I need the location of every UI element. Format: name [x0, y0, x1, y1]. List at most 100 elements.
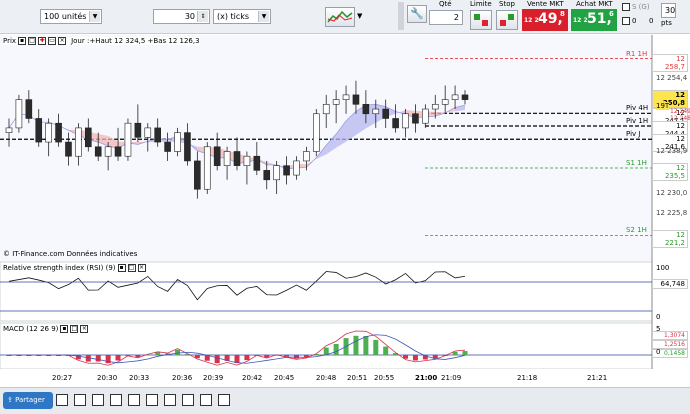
candle: [124, 122, 132, 157]
candle: [35, 118, 43, 143]
checkbox-icon[interactable]: [622, 17, 630, 25]
candle: [372, 108, 380, 115]
stop-button[interactable]: [496, 10, 518, 30]
pts-select[interactable]: 30: [661, 3, 677, 18]
candle: [313, 113, 320, 152]
qty-label: Qté: [439, 0, 452, 8]
pivot-value: 12 221,2: [652, 230, 688, 249]
s-value: 0: [632, 17, 637, 25]
share-button[interactable]: ⇪ Partager: [3, 392, 53, 409]
zoom-icon[interactable]: [182, 394, 194, 406]
wrench-icon[interactable]: 🔧: [407, 5, 427, 23]
order-options: S (G) 30 0 pts 0: [619, 2, 689, 32]
delete-icon[interactable]: [218, 394, 230, 406]
candle: [94, 146, 102, 157]
horizontal-line-icon[interactable]: [110, 394, 122, 406]
qty-input[interactable]: 2: [429, 10, 463, 25]
chart-canvas[interactable]: [0, 35, 690, 370]
candle: [104, 146, 112, 157]
macd-tick: 0: [656, 348, 661, 356]
macd-tick: 5: [656, 325, 661, 333]
candle: [213, 146, 221, 166]
macd-histogram-bar: [115, 355, 121, 361]
close-icon[interactable]: ×: [80, 325, 89, 333]
time-tick: 21:18: [517, 374, 538, 382]
sell-market-button[interactable]: 12 2 49, 8: [522, 9, 568, 31]
rsi-value: 64,748: [652, 279, 688, 289]
data-disclaimer: © IT-Finance.com Données indicatives: [3, 250, 138, 258]
price-pane-info: Jour :+Haut 12 324,5 +Bas 12 126,3: [71, 37, 200, 45]
fibonacci-icon[interactable]: [146, 394, 158, 406]
time-tick: 21:21: [587, 374, 608, 382]
zero-label: 0: [649, 17, 654, 25]
pivot-label: Piv 1H: [626, 117, 649, 126]
drawing-tools: [56, 394, 230, 406]
candle: [362, 104, 370, 115]
settings-icon[interactable]: ▪: [117, 264, 126, 272]
macd-histogram-bar: [462, 351, 468, 355]
macd-histogram-bar: [95, 355, 101, 362]
candle: [25, 99, 33, 119]
settings-icon[interactable]: ▪: [60, 325, 69, 333]
limit-label: Limite: [470, 0, 492, 8]
add-indicator-icon[interactable]: ✚: [38, 37, 47, 45]
chevron-down-icon[interactable]: ▼: [357, 12, 362, 20]
quantity-units-select[interactable]: 100 unités ▼: [40, 9, 102, 24]
candle: [114, 146, 122, 157]
crosshair-icon[interactable]: [74, 394, 86, 406]
chart-area[interactable]: Prix ▪ □ ✚ ▭ × Jour :+Haut 12 324,5 +Bas 12 …: [0, 35, 690, 370]
interval-value-input[interactable]: 30 ⇕: [153, 9, 210, 24]
interval-unit-select[interactable]: (x) ticks ▼: [213, 9, 271, 24]
panel-grip[interactable]: [398, 2, 404, 30]
trendline-icon[interactable]: [92, 394, 104, 406]
settings-icon[interactable]: ▪: [18, 37, 27, 45]
candle: [293, 160, 300, 176]
macd-pane-title: MACD (12 26 9): [3, 325, 59, 333]
share-icon: ⇪: [7, 396, 13, 404]
macd-histogram-bar: [452, 351, 458, 355]
magnet-icon[interactable]: [200, 394, 212, 406]
maximize-icon[interactable]: □: [70, 325, 79, 333]
close-icon[interactable]: ×: [137, 264, 146, 272]
rectangle-icon[interactable]: [128, 394, 140, 406]
checkbox-icon[interactable]: [622, 3, 630, 11]
restore-icon[interactable]: ▭: [48, 37, 57, 45]
current-price-sub: 19T: [656, 101, 670, 110]
close-icon[interactable]: ×: [58, 37, 67, 45]
candle: [45, 122, 52, 143]
maximize-icon[interactable]: □: [127, 264, 136, 272]
maximize-icon[interactable]: □: [28, 37, 37, 45]
band-value: 12 249,7: [670, 107, 690, 115]
candle: [352, 94, 360, 105]
limit-button[interactable]: [470, 10, 492, 30]
candle: [144, 127, 152, 138]
pivot-label: Piv 4H: [626, 104, 649, 113]
rsi-pane-header: Relative strength index (RSI) (9) ▪ □ ×: [3, 264, 146, 272]
text-icon[interactable]: [164, 394, 176, 406]
candle: [194, 160, 201, 190]
candle: [134, 122, 142, 138]
macd-histogram-bar: [363, 336, 369, 355]
buy-market-button[interactable]: 12 2 51, 6: [571, 9, 617, 31]
time-tick: 20:48: [316, 374, 337, 382]
s-option[interactable]: S (G): [622, 3, 650, 11]
cursor-icon[interactable]: [56, 394, 68, 406]
candle: [441, 99, 449, 105]
time-axis[interactable]: 20:27 20:30 20:33 20:36 20:39 20:42 20:45 20:48…: [0, 369, 690, 387]
candle: [75, 127, 82, 157]
sell-small: 8: [560, 10, 565, 18]
candle: [451, 94, 459, 100]
s-value-option[interactable]: 0: [622, 17, 636, 25]
candle: [174, 132, 181, 152]
candle: [85, 127, 92, 148]
price-tick: 12 254,4: [656, 73, 688, 82]
chart-icon: [327, 10, 353, 23]
macd-histogram-bar: [244, 355, 250, 361]
s-option-label: S (G): [632, 3, 650, 11]
candle: [283, 165, 290, 176]
chart-type-button[interactable]: [325, 7, 355, 27]
candle: [223, 151, 231, 166]
chevron-down-icon: ▼: [89, 11, 100, 22]
candle: [402, 113, 409, 129]
candle: [392, 118, 399, 129]
